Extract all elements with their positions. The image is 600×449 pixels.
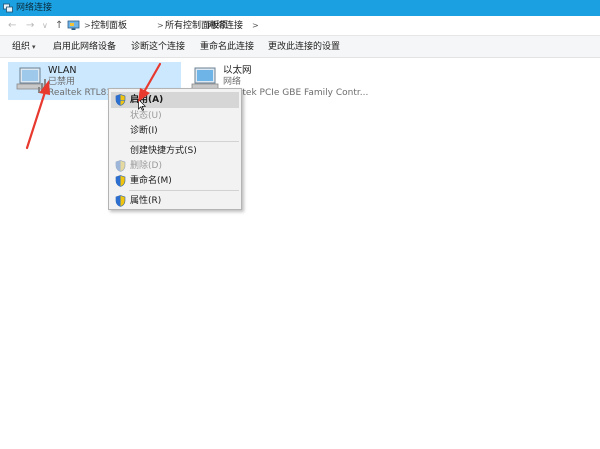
uac-shield-icon [115, 94, 126, 106]
menu-item-properties[interactable]: 属性(R) [111, 193, 239, 209]
wifi-adapter-icon [16, 67, 46, 93]
command-bar: 组织 ▾ 启用此网络设备 诊断这个连接 重命名此连接 更改此连接的设置 [0, 36, 600, 58]
menu-item-label: 创建快捷方式(S) [130, 146, 197, 156]
back-button[interactable]: ← [8, 19, 16, 33]
up-button[interactable]: ↑ [55, 19, 63, 33]
control-panel-icon [67, 20, 80, 30]
window-title: 网络连接 [16, 3, 53, 13]
uac-shield-icon [115, 195, 126, 207]
breadcrumb-separator: > [157, 21, 164, 30]
menu-item-label: 属性(R) [130, 196, 162, 206]
menu-separator [129, 190, 239, 191]
menu-item-label: 删除(D) [130, 161, 162, 171]
uac-shield-icon [115, 175, 126, 187]
enable-device-button[interactable]: 启用此网络设备 [53, 41, 116, 53]
mouse-pointer-icon [138, 99, 146, 111]
context-menu: 启用(A) 状态(U) 诊断(I) 创建快捷方式(S) 删除(D) 重命名(M)… [108, 88, 242, 210]
network-connections-icon [3, 3, 13, 13]
recent-locations-button[interactable]: ∨ [42, 19, 48, 33]
menu-item-create-shortcut[interactable]: 创建快捷方式(S) [111, 143, 239, 159]
menu-item-label: 重命名(M) [130, 176, 172, 186]
connection-status: 已禁用 [48, 77, 76, 87]
diagnose-connection-button[interactable]: 诊断这个连接 [131, 41, 185, 53]
uac-shield-icon [115, 160, 126, 172]
connection-name: WLAN [48, 65, 77, 76]
connection-device: Realtek PCIe GBE Family Contr... [223, 88, 369, 98]
menu-item-label: 状态(U) [130, 111, 162, 121]
breadcrumb-separator: > [84, 21, 91, 30]
change-settings-button[interactable]: 更改此连接的设置 [268, 41, 340, 53]
forward-button[interactable]: → [26, 19, 34, 33]
chevron-down-icon: ▾ [32, 43, 36, 51]
menu-item-enable[interactable]: 启用(A) [111, 92, 239, 108]
organize-button[interactable]: 组织 ▾ [12, 41, 36, 53]
menu-item-delete[interactable]: 删除(D) [111, 158, 239, 174]
rename-connection-button[interactable]: 重命名此连接 [200, 41, 254, 53]
breadcrumb-separator: > [252, 21, 259, 30]
menu-separator [129, 141, 239, 142]
menu-item-label: 启用(A) [130, 95, 164, 105]
breadcrumb-control-panel[interactable]: 控制面板 [91, 20, 127, 32]
address-bar[interactable]: ← → ∨ ↑ > 控制面板 > 所有控制面板项 > 网络连接 [0, 16, 600, 36]
breadcrumb-network-connections[interactable]: 网络连接 [207, 20, 243, 32]
menu-item-label: 诊断(I) [130, 126, 158, 136]
menu-item-rename[interactable]: 重命名(M) [111, 173, 239, 189]
menu-item-status[interactable]: 状态(U) [111, 108, 239, 124]
title-bar[interactable]: 网络连接 [0, 0, 600, 16]
connection-status: 网络 [223, 77, 242, 87]
menu-item-diagnose[interactable]: 诊断(I) [111, 123, 239, 139]
connection-name: 以太网 [223, 65, 252, 76]
